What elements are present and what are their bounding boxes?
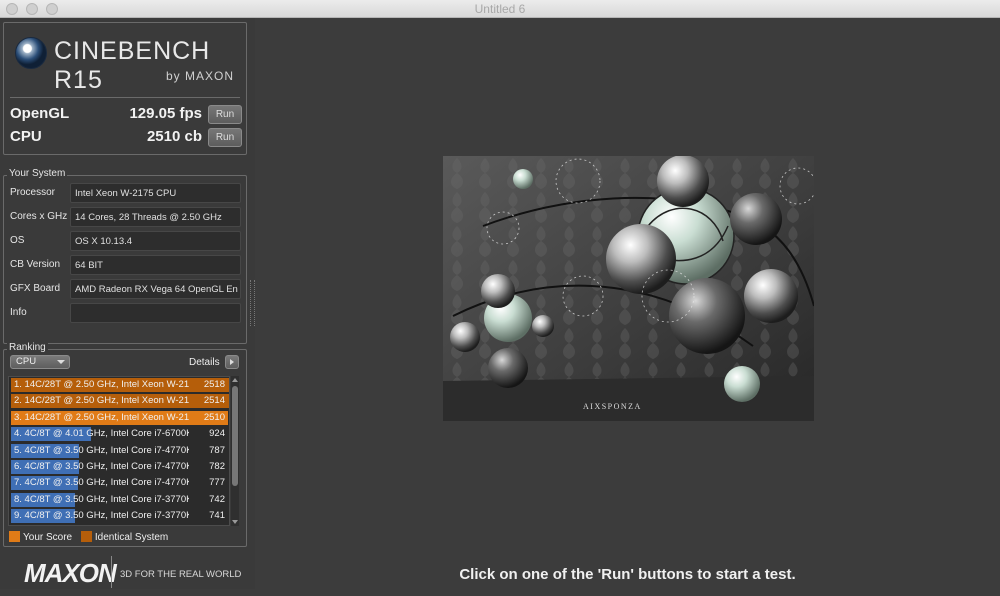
legend-label: Identical System: [94, 532, 169, 543]
left-sidebar: CINEBENCH R15 by MAXON OpenGL 129.05 fps…: [0, 18, 255, 589]
details-button[interactable]: [225, 355, 239, 369]
ranking-row[interactable]: 9. 4C/8T @ 3.50 GHz, Intel Core i7-3770K…: [9, 508, 229, 524]
cb-version-field[interactable]: 64 BIT: [70, 255, 241, 275]
ranking-row-label: 1. 14C/28T @ 2.50 GHz, Intel Xeon W-2175…: [14, 379, 189, 390]
window-title: Untitled 6: [474, 2, 526, 16]
your-system-panel: Your System Processor Intel Xeon W-2175 …: [3, 168, 247, 344]
system-row-cb-version: CB Version 64 BIT: [7, 255, 241, 275]
system-row-os: OS OS X 10.13.4: [7, 231, 241, 251]
system-label: Processor: [10, 187, 56, 198]
app-name: CINEBENCH R15: [54, 37, 211, 94]
divider: [10, 97, 240, 98]
ranking-row[interactable]: 2. 14C/28T @ 2.50 GHz, Intel Xeon W-2175…: [9, 393, 229, 409]
ranking-row-score: 782: [209, 460, 225, 472]
opengl-score-row: OpenGL 129.05 fps Run: [10, 105, 242, 125]
opengl-run-button[interactable]: Run: [208, 105, 242, 124]
legend-label: Your Score: [23, 532, 73, 543]
ranking-row-score: 777: [209, 477, 225, 489]
cpu-run-button[interactable]: Run: [208, 128, 242, 147]
system-label: CB Version: [10, 259, 61, 270]
ranking-row[interactable]: 4. 4C/8T @ 4.01 GHz, Intel Core i7-6700K…: [9, 426, 229, 442]
ranking-row[interactable]: 1. 14C/28T @ 2.50 GHz, Intel Xeon W-2175…: [9, 377, 229, 393]
scroll-up-arrow-icon[interactable]: [231, 376, 239, 384]
ranking-list[interactable]: 1. 14C/28T @ 2.50 GHz, Intel Xeon W-2175…: [8, 376, 230, 526]
ranking-row-label: 6. 4C/8T @ 3.50 GHz, Intel Core i7-4770K…: [14, 460, 189, 472]
gfx-board-field[interactable]: AMD Radeon RX Vega 64 OpenGL En: [70, 279, 241, 299]
ranking-row-score: 741: [209, 510, 225, 522]
app-by-line: by MAXON: [166, 69, 235, 83]
scroll-thumb[interactable]: [232, 386, 238, 486]
processor-field[interactable]: Intel Xeon W-2175 CPU: [70, 183, 241, 203]
system-row-gfx-board: GFX Board AMD Radeon RX Vega 64 OpenGL E…: [7, 279, 241, 299]
maxon-wordmark: MAXON: [24, 558, 117, 588]
cpu-score-row: CPU 2510 cb Run: [10, 128, 242, 148]
opengl-score: 129.05 fps: [129, 105, 202, 122]
ranking-row-label: 3. 14C/28T @ 2.50 GHz, Intel Xeon W-2175…: [14, 411, 189, 423]
ranking-row-score: 2514: [203, 395, 225, 407]
legend-identical-system: Identical System: [80, 531, 169, 543]
your-system-title: Your System: [7, 168, 68, 179]
ranking-type-value: CPU: [16, 356, 37, 367]
os-field[interactable]: OS X 10.13.4: [70, 231, 241, 251]
ranking-row-score: 2510: [203, 411, 225, 423]
cpu-label: CPU: [10, 128, 42, 145]
info-field[interactable]: [70, 303, 241, 323]
legend-your-score: Your Score: [9, 531, 73, 543]
maxon-tagline: 3D FOR THE REAL WORLD: [120, 569, 242, 580]
ranking-row-label: 9. 4C/8T @ 3.50 GHz, Intel Core i7-3770K…: [14, 510, 189, 522]
ranking-type-select[interactable]: CPU: [10, 355, 70, 369]
system-row-info: Info: [7, 303, 241, 323]
divider: [111, 556, 112, 588]
ranking-row[interactable]: 3. 14C/28T @ 2.50 GHz, Intel Xeon W-2175…: [9, 410, 229, 426]
ranking-row-score: 924: [209, 428, 225, 440]
opengl-label: OpenGL: [10, 105, 70, 122]
ranking-scrollbar[interactable]: [231, 376, 239, 526]
system-label: OS: [10, 235, 25, 246]
ranking-row[interactable]: 5. 4C/8T @ 3.50 GHz, Intel Core i7-4770K…: [9, 443, 229, 459]
details-label: Details: [189, 357, 220, 368]
maxon-logo: MAXON 3D FOR THE REAL WORLD: [24, 556, 244, 596]
cpu-score: 2510 cb: [146, 128, 202, 145]
main-area: AIXSPONZA Click on one of the 'Run' butt…: [255, 18, 1000, 589]
ranking-row-label: 2. 14C/28T @ 2.50 GHz, Intel Xeon W-2175…: [14, 395, 189, 407]
ranking-row-label: 4. 4C/8T @ 4.01 GHz, Intel Core i7-6700K…: [14, 428, 189, 440]
scroll-down-arrow-icon[interactable]: [231, 518, 239, 526]
cinema4d-logo-icon: [15, 37, 47, 69]
system-label: Info: [10, 307, 27, 318]
render-scene-illustration: AIXSPONZA: [443, 156, 814, 421]
ranking-legend: Your Score Identical System: [9, 531, 174, 543]
ranking-row-score: 787: [209, 444, 225, 456]
ranking-title: Ranking: [7, 342, 48, 353]
ranking-row-label: 8. 4C/8T @ 3.50 GHz, Intel Core i7-3770K…: [14, 493, 189, 505]
ranking-panel: Ranking CPU Details 1. 14C/28T @ 2.50 GH…: [3, 342, 247, 547]
window-titlebar: Untitled 6: [0, 0, 1000, 18]
chevron-down-icon: [57, 360, 65, 364]
ranking-row[interactable]: 7. 4C/8T @ 3.50 GHz, Intel Core i7-4770K…: [9, 475, 229, 491]
ranking-row-score: 2518: [203, 379, 225, 390]
render-preview-image: AIXSPONZA: [443, 156, 814, 421]
ranking-row[interactable]: 6. 4C/8T @ 3.50 GHz, Intel Core i7-4770K…: [9, 459, 229, 475]
ranking-row-label: 7. 4C/8T @ 3.50 GHz, Intel Core i7-4770K…: [14, 477, 189, 489]
identical-system-swatch: [80, 531, 92, 542]
ranking-row-score: 742: [209, 493, 225, 505]
cores-field[interactable]: 14 Cores, 28 Threads @ 2.50 GHz: [70, 207, 241, 227]
your-score-swatch: [9, 531, 20, 542]
score-panel: CINEBENCH R15 by MAXON OpenGL 129.05 fps…: [3, 22, 247, 155]
system-row-processor: Processor Intel Xeon W-2175 CPU: [7, 183, 241, 203]
system-label: Cores x GHz: [10, 211, 68, 222]
system-row-cores: Cores x GHz 14 Cores, 28 Threads @ 2.50 …: [7, 207, 241, 227]
start-test-prompt: Click on one of the 'Run' buttons to sta…: [459, 566, 796, 583]
system-label: GFX Board: [10, 283, 61, 294]
render-watermark: AIXSPONZA: [583, 402, 642, 411]
ranking-row[interactable]: 8. 4C/8T @ 3.50 GHz, Intel Core i7-3770K…: [9, 492, 229, 508]
ranking-row-label: 5. 4C/8T @ 3.50 GHz, Intel Core i7-4770K…: [14, 444, 189, 456]
